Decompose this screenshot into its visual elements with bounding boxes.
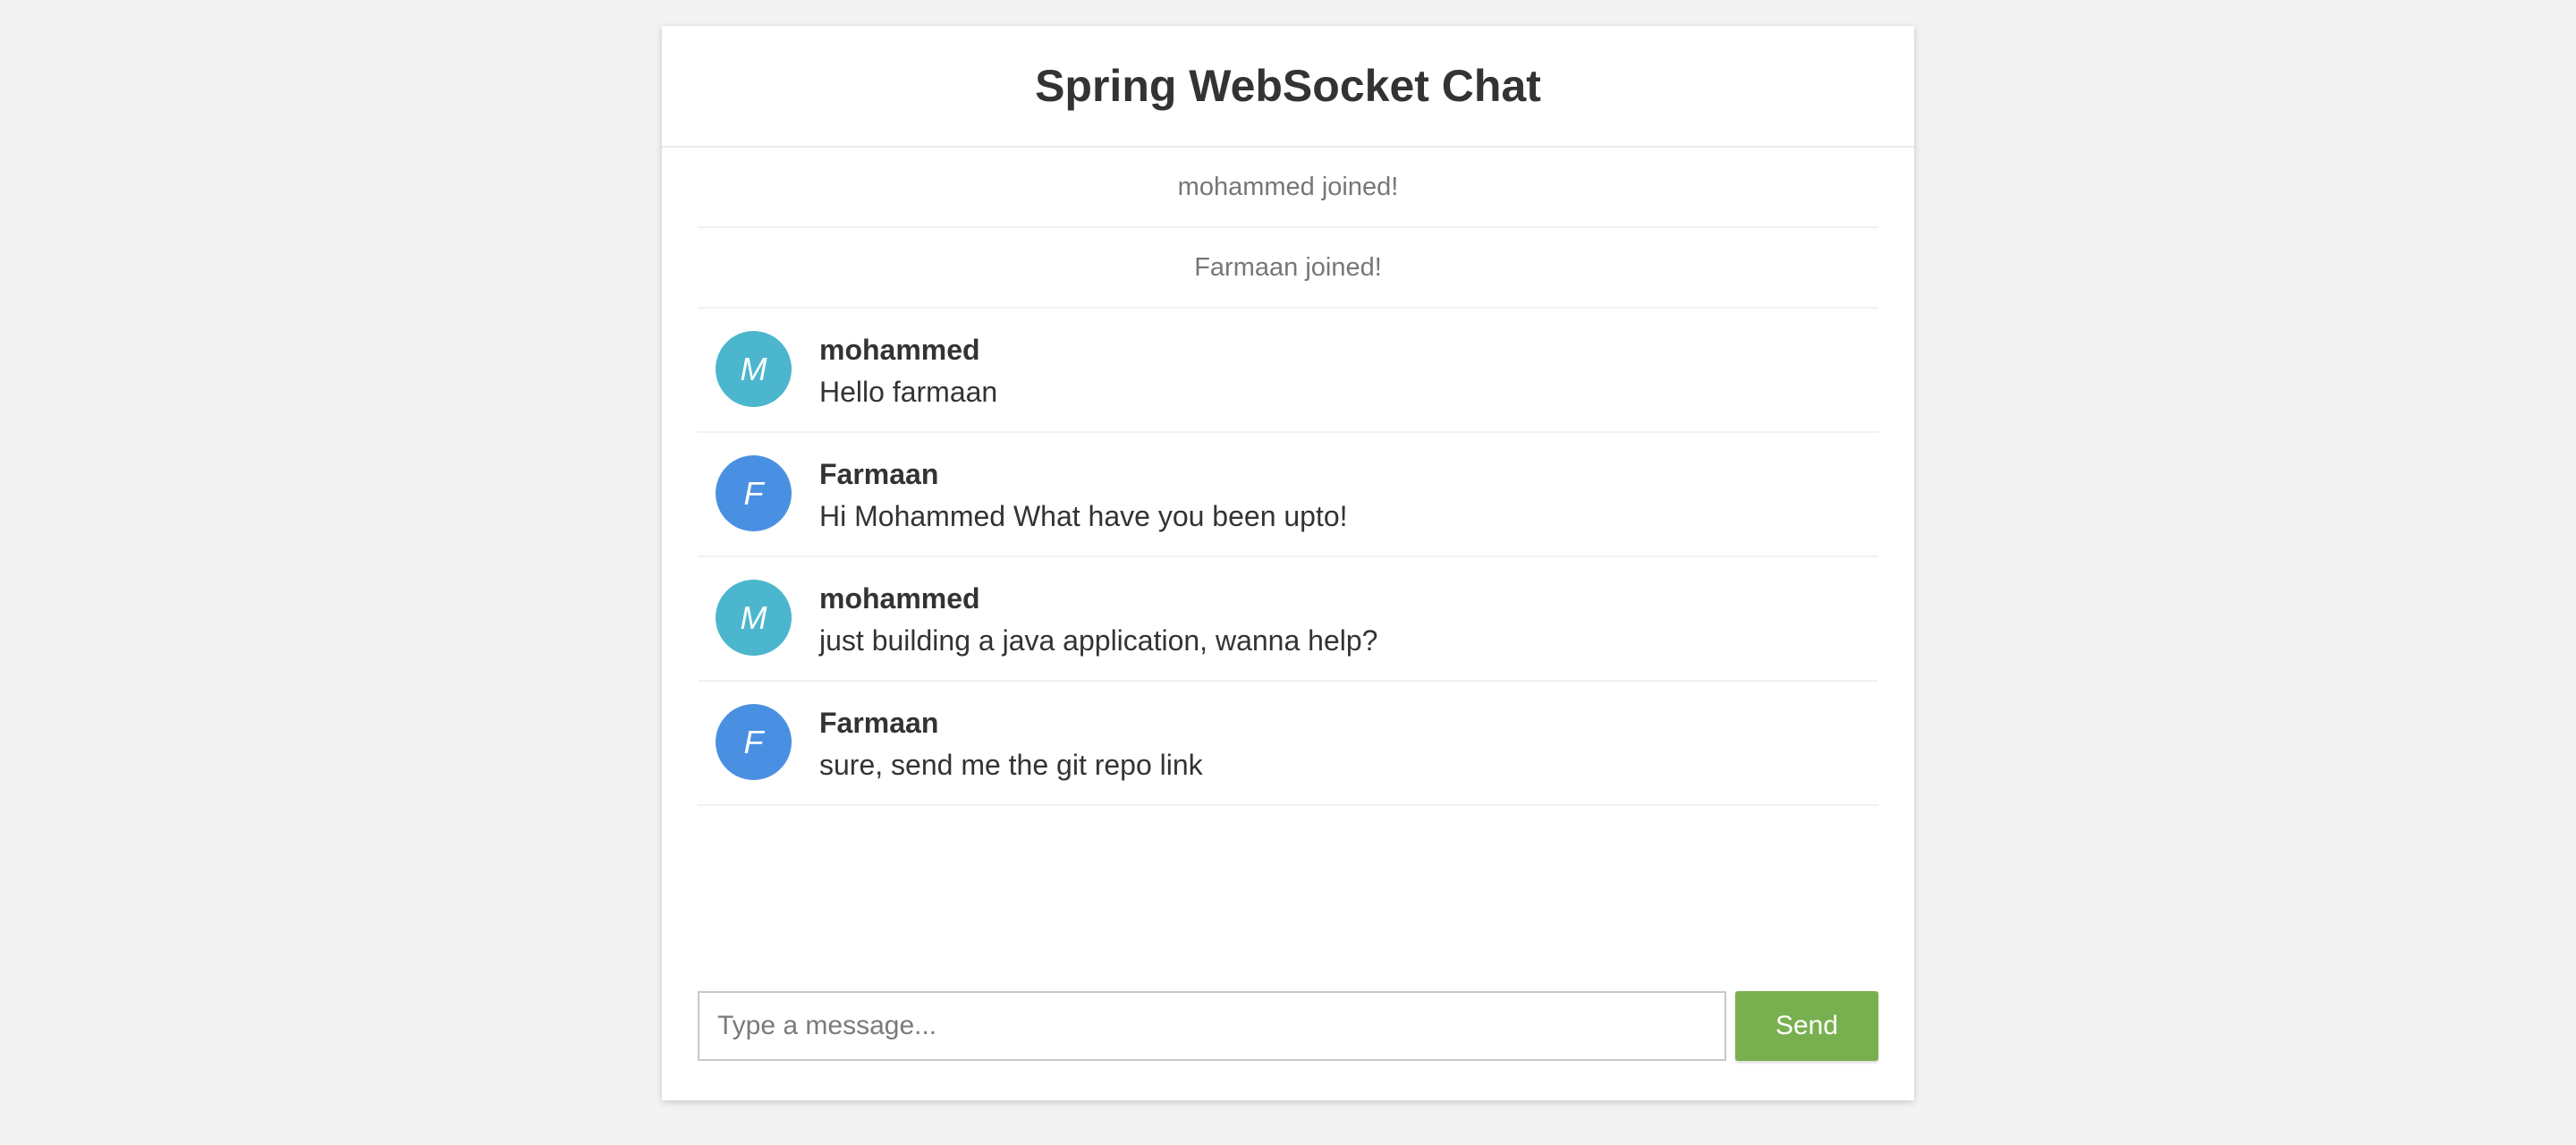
event-message: Farmaan joined! — [698, 228, 1878, 309]
message-sender: Farmaan — [819, 707, 939, 739]
message-sender: mohammed — [819, 582, 980, 615]
send-button[interactable]: Send — [1735, 991, 1878, 1061]
avatar: F — [716, 455, 792, 531]
chat-message: M mohammed just building a java applicat… — [698, 557, 1878, 682]
message-text: sure, send me the git repo link — [819, 749, 1203, 781]
message-form: Send — [698, 991, 1878, 1061]
message-sender: Farmaan — [819, 458, 939, 490]
message-text: Hi Mohammed What have you been upto! — [819, 500, 1348, 532]
message-text: just building a java application, wanna … — [819, 624, 1378, 657]
page-title: Spring WebSocket Chat — [1035, 61, 1541, 111]
event-message: mohammed joined! — [698, 148, 1878, 228]
chat-message: M mohammed Hello farmaan — [698, 309, 1878, 433]
message-input[interactable] — [698, 991, 1726, 1061]
avatar: F — [716, 704, 792, 780]
chat-container: Spring WebSocket Chat mohammed joined! F… — [662, 26, 1914, 1100]
page: Spring WebSocket Chat mohammed joined! F… — [0, 0, 2576, 1145]
message-text: Hello farmaan — [819, 376, 998, 408]
avatar: M — [716, 580, 792, 656]
avatar: M — [716, 331, 792, 407]
chat-message: F Farmaan sure, send me the git repo lin… — [698, 682, 1878, 806]
chat-message: F Farmaan Hi Mohammed What have you been… — [698, 433, 1878, 557]
chat-header: Spring WebSocket Chat — [662, 26, 1914, 148]
message-area[interactable]: mohammed joined! Farmaan joined! M moham… — [662, 148, 1914, 1028]
message-sender: mohammed — [819, 334, 980, 366]
